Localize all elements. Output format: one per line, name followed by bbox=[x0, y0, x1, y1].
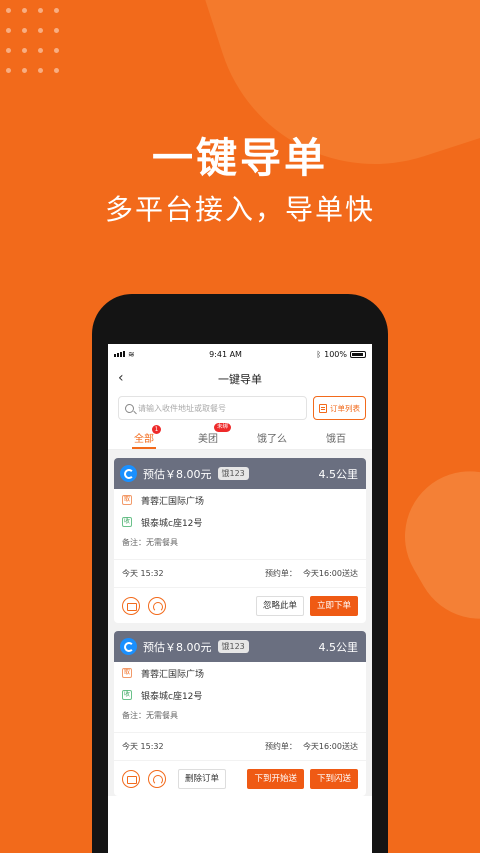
bluetooth-icon: ᛒ bbox=[316, 349, 322, 359]
pickup-icon: 取 bbox=[122, 495, 132, 505]
promo-subline: 多平台接入，导单快 bbox=[104, 193, 375, 226]
distance: 4.5公里 bbox=[318, 640, 359, 654]
document-icon bbox=[319, 403, 327, 413]
search-row: 请输入收件地址或取餐号 订单列表 bbox=[108, 394, 372, 422]
battery-percent: 100% bbox=[324, 349, 347, 359]
nav-bar: ‹ 一键导单 bbox=[108, 364, 372, 394]
pickup-address-row: 取 菁蓉汇国际广场 bbox=[114, 489, 366, 511]
battery-icon bbox=[350, 350, 366, 358]
reserve-time: 今天16:00送达 bbox=[302, 742, 358, 751]
pickup-address: 菁蓉汇国际广场 bbox=[141, 496, 205, 507]
ignore-order-button[interactable]: 忽略此单 bbox=[255, 595, 304, 616]
order-list: 预估￥8.00元 饿123 4.5公里 取 菁蓉汇国际广场 收 银泰城c座12号… bbox=[108, 450, 372, 796]
dropoff-address: 银泰城c座12号 bbox=[141, 691, 203, 702]
reserve-label: 预约单： bbox=[264, 569, 297, 578]
pickup-icon: 取 bbox=[122, 668, 132, 678]
dropoff-address-row: 收 银泰城c座12号 bbox=[114, 511, 366, 533]
order-card[interactable]: 预估￥8.00元 饿123 4.5公里 取 菁蓉汇国际广场 收 银泰城c座12号… bbox=[114, 631, 366, 796]
search-input[interactable]: 请输入收件地址或取餐号 bbox=[118, 396, 307, 420]
order-actions: 忽略此单 立即下单 bbox=[114, 587, 366, 623]
pickup-address-row: 取 菁蓉汇国际广场 bbox=[114, 662, 366, 684]
pickup-address: 菁蓉汇国际广场 bbox=[141, 669, 205, 680]
tab-all[interactable]: 全部 1 bbox=[112, 422, 176, 449]
order-meta: 今天 15:32 预约单： 今天16:00送达 bbox=[114, 732, 366, 760]
page-title: 一键导单 bbox=[218, 373, 262, 386]
distance: 4.5公里 bbox=[318, 467, 359, 481]
phone-screen: ≋ 9:41 AM ᛒ 100% ‹ 一键导单 请输入收件地址或取餐号 订单列表… bbox=[108, 344, 372, 853]
status-time: 9:41 AM bbox=[209, 349, 242, 359]
printer-icon[interactable] bbox=[122, 769, 140, 788]
order-meta: 今天 15:32 预约单： 今天16:00送达 bbox=[114, 559, 366, 587]
platform-order-tag: 饿123 bbox=[217, 467, 249, 480]
tab-meituan[interactable]: 美团 未绑 bbox=[176, 422, 240, 449]
search-icon bbox=[125, 403, 134, 413]
order-card-header: 预估￥8.00元 饿123 4.5公里 bbox=[114, 631, 366, 662]
tab-count-badge: 1 bbox=[152, 425, 161, 434]
dropoff-address: 银泰城c座12号 bbox=[141, 518, 203, 529]
order-actions: 删除订单 下到开始送 下到闪送 bbox=[114, 760, 366, 796]
platform-tabs: 全部 1 美团 未绑 饿了么 饿百 bbox=[108, 422, 372, 450]
dispatch-start-button[interactable]: 下到开始送 bbox=[247, 768, 304, 789]
price-estimate: 预估￥8.00元 bbox=[143, 640, 212, 654]
order-note: 备注：无需餐具 bbox=[122, 538, 178, 547]
wifi-icon: ≋ bbox=[128, 349, 135, 359]
reserve-time: 今天16:00送达 bbox=[302, 569, 358, 578]
dropoff-address-row: 收 银泰城c座12号 bbox=[114, 684, 366, 706]
tab-label: 饿百 bbox=[326, 434, 346, 445]
dispatch-flash-button[interactable]: 下到闪送 bbox=[309, 768, 358, 789]
background-decoration-bottom bbox=[381, 447, 480, 643]
order-time: 今天 15:32 bbox=[122, 569, 164, 578]
order-list-button[interactable]: 订单列表 bbox=[313, 396, 366, 420]
dropoff-icon: 收 bbox=[122, 517, 132, 527]
price-estimate: 预估￥8.00元 bbox=[143, 467, 212, 481]
dropoff-icon: 收 bbox=[122, 690, 132, 700]
refresh-icon[interactable] bbox=[148, 769, 166, 788]
printer-icon[interactable] bbox=[122, 596, 140, 615]
refresh-icon[interactable] bbox=[148, 596, 166, 615]
order-card[interactable]: 预估￥8.00元 饿123 4.5公里 取 菁蓉汇国际广场 收 银泰城c座12号… bbox=[114, 458, 366, 623]
platform-logo-icon bbox=[120, 638, 137, 655]
status-bar: ≋ 9:41 AM ᛒ 100% bbox=[108, 344, 372, 364]
order-card-header: 预估￥8.00元 饿123 4.5公里 bbox=[114, 458, 366, 489]
tab-label: 美团 bbox=[198, 434, 218, 445]
search-placeholder: 请输入收件地址或取餐号 bbox=[138, 403, 226, 413]
platform-logo-icon bbox=[120, 465, 137, 482]
reserve-label: 预约单： bbox=[264, 742, 297, 751]
tab-label: 饿了么 bbox=[257, 434, 287, 445]
tab-unbound-badge: 未绑 bbox=[214, 423, 232, 432]
tab-ebai[interactable]: 饿百 bbox=[304, 422, 368, 449]
dot-pattern bbox=[6, 8, 70, 73]
signal-icon bbox=[114, 351, 125, 357]
order-list-label: 订单列表 bbox=[330, 403, 360, 413]
delete-order-button[interactable]: 删除订单 bbox=[178, 768, 227, 789]
tab-label: 全部 bbox=[134, 434, 154, 445]
order-note: 备注：无需餐具 bbox=[122, 711, 178, 720]
back-chevron-icon[interactable]: ‹ bbox=[118, 370, 124, 386]
tab-eleme[interactable]: 饿了么 bbox=[240, 422, 304, 449]
order-time: 今天 15:32 bbox=[122, 742, 164, 751]
platform-order-tag: 饿123 bbox=[217, 640, 249, 653]
promo-headline: 一键导单 bbox=[152, 134, 328, 182]
place-order-button[interactable]: 立即下单 bbox=[309, 595, 358, 616]
